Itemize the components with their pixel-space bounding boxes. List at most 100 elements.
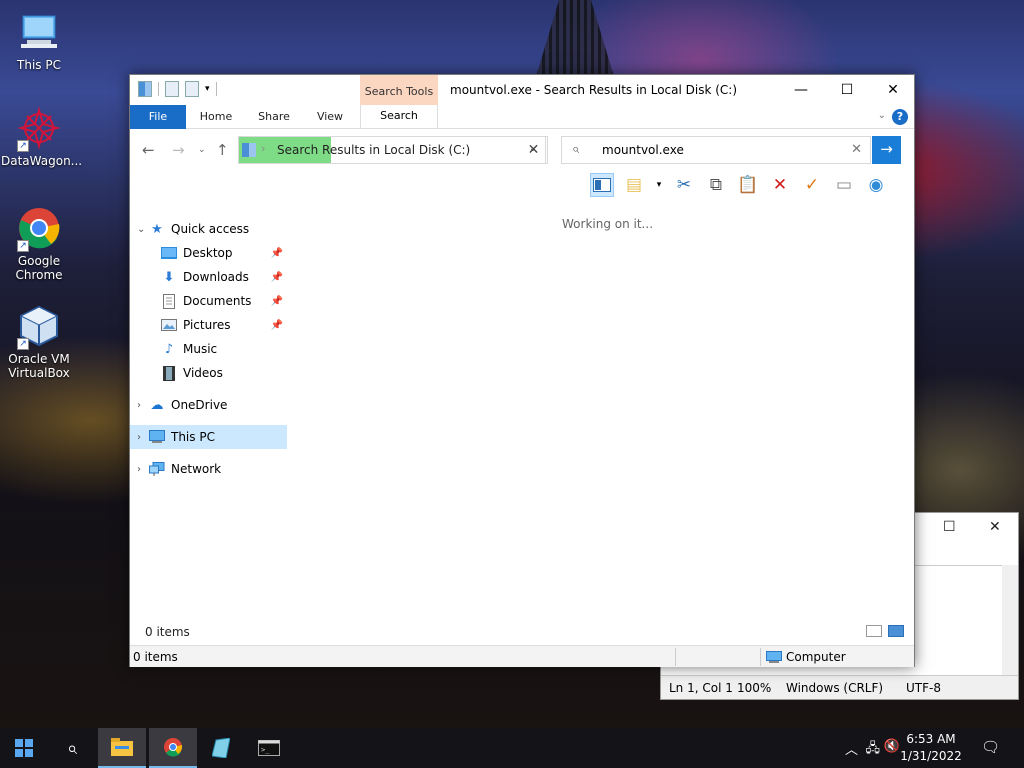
maximize-button[interactable]: ☐ [824,75,870,105]
sidebar-item-quick-access[interactable]: ⌄ ★ Quick access [130,217,287,241]
network-status-icon[interactable]: 🖧 [866,739,881,761]
search-button[interactable]: ⌕ [48,728,96,768]
sidebar-item-label: Pictures [183,318,231,332]
search-results-icon [242,143,256,157]
shortcut-arrow-icon: ↗ [17,140,29,152]
taskbar-notepad[interactable] [197,728,245,768]
search-input[interactable]: mountvol.exe [602,143,684,157]
folder-icon [138,81,152,97]
desktop-icon-chrome[interactable]: ↗ Google Chrome [1,206,77,282]
help-icon[interactable]: ? [892,109,908,125]
explorer-window: ▾ mountvol.exe - Search Results in Local… [129,74,915,667]
status-location-label: Computer [786,650,846,664]
sidebar-item-this-pc[interactable]: › This PC [130,425,287,449]
sidebar-item-label: Music [183,342,218,356]
copy-icon[interactable]: ⧉ [704,173,728,197]
preview-pane-icon[interactable] [590,173,614,197]
document-icon [161,293,177,309]
customize-qat-icon[interactable]: ▾ [205,84,210,94]
music-note-icon: ♪ [164,341,174,357]
clear-search-icon[interactable]: ✕ [851,142,862,157]
picture-icon [161,317,177,333]
pin-icon[interactable]: 📌 [271,320,283,331]
sidebar-item-music[interactable]: ♪ Music [130,337,287,361]
pin-icon[interactable]: 📌 [271,272,283,283]
desktop-icon-label: Google Chrome [15,254,63,282]
sidebar-item-documents[interactable]: Documents 📌 [130,289,287,313]
desktop-icon-label: Oracle VM VirtualBox [8,352,70,380]
tab-home[interactable]: Home [192,105,240,129]
show-hidden-icons-icon[interactable]: ︿ [845,739,858,758]
taskbar-file-explorer[interactable] [98,728,146,768]
properties-icon[interactable] [165,81,179,97]
network-icon [149,461,165,477]
taskbar-chrome[interactable] [149,728,197,768]
sidebar-item-pictures[interactable]: Pictures 📌 [130,313,287,337]
close-button[interactable]: ✕ [870,75,916,105]
sidebar-item-downloads[interactable]: ⬇ Downloads 📌 [130,265,287,289]
desktop-folder-icon [161,245,177,261]
new-item-icon[interactable]: ▤ [622,173,646,197]
sidebar-item-desktop[interactable]: Desktop 📌 [130,241,287,265]
close-icon[interactable]: ✕ [989,519,1001,535]
tab-share[interactable]: Share [250,105,298,129]
sidebar-item-network[interactable]: › Network [130,457,287,481]
vertical-scrollbar[interactable] [1002,565,1018,675]
expand-ribbon-icon[interactable]: ⌄ [878,110,886,121]
this-pc-icon [17,10,61,54]
expand-chevron-icon[interactable]: › [137,432,149,443]
rename-icon[interactable]: ✓ [800,173,824,197]
address-bar[interactable]: › Search Results in Local Disk (C:) ⌄ [238,136,546,164]
command-prompt-icon: >_ [258,740,280,756]
sidebar-item-onedrive[interactable]: › ☁ OneDrive [130,393,287,417]
breadcrumb-chevron-icon[interactable]: › [261,142,265,155]
status-location: Computer [766,650,846,664]
clock-date: 1/31/2022 [900,749,962,763]
desktop-icon-this-pc[interactable]: This PC [1,10,77,72]
paste-icon[interactable]: 📋 [736,173,760,197]
chrome-icon [164,738,183,757]
title-bar[interactable]: ▾ mountvol.exe - Search Results in Local… [130,75,914,105]
cut-icon[interactable]: ✂ [672,173,696,197]
search-go-button[interactable]: → [872,136,901,164]
minimize-button[interactable]: — [778,75,824,105]
clock-time: 6:53 AM [906,732,956,746]
back-icon[interactable]: ← [142,141,155,159]
forward-icon[interactable]: → [172,141,185,159]
sidebar-item-label: OneDrive [171,398,228,412]
taskbar-command-prompt[interactable]: >_ [245,728,293,768]
sidebar-item-videos[interactable]: Videos [130,361,287,385]
expand-chevron-icon[interactable]: › [137,464,149,475]
large-icons-view-icon[interactable] [888,625,904,637]
computer-icon [766,650,782,663]
pin-icon[interactable]: 📌 [271,296,283,307]
up-icon[interactable]: ↑ [216,141,229,159]
tab-view[interactable]: View [306,105,354,129]
start-button[interactable] [0,728,48,768]
properties-icon[interactable]: ▭ [832,173,856,197]
delete-icon[interactable]: ✕ [768,173,792,197]
desktop-icon-datawagon[interactable]: ↗ DataWagon... [1,106,82,168]
separator [215,82,217,96]
working-message: Working on it... [562,217,654,231]
collapse-chevron-icon[interactable]: ⌄ [137,224,149,235]
recent-locations-icon[interactable]: ⌄ [198,145,206,155]
expand-chevron-icon[interactable]: › [137,400,149,411]
new-item-dropdown-icon[interactable]: ▾ [654,173,664,197]
pin-icon[interactable]: 📌 [271,248,283,259]
navigation-bar: ← → ⌄ ↑ › Search Results in Local Disk (… [130,129,914,171]
stop-search-button[interactable]: ✕ [520,136,548,164]
cursor-position: Ln 1, Col 1 [669,681,733,695]
maximize-icon[interactable]: ☐ [943,519,956,535]
view-switcher [866,625,904,637]
window-title: mountvol.exe - Search Results in Local D… [450,83,738,97]
details-view-icon[interactable] [866,625,882,637]
network-globe-icon[interactable]: ◉ [864,173,888,197]
clock[interactable]: 6:53 AM 1/31/2022 [896,731,966,765]
new-folder-icon[interactable] [185,81,199,97]
search-box[interactable]: ⌕ mountvol.exe ✕ [561,136,871,164]
desktop-icon-label: This PC [17,58,61,72]
tab-file[interactable]: File [130,105,186,129]
notifications-icon[interactable]: 🗨 [981,738,1000,756]
desktop-icon-virtualbox[interactable]: ↗ Oracle VM VirtualBox [1,304,77,380]
